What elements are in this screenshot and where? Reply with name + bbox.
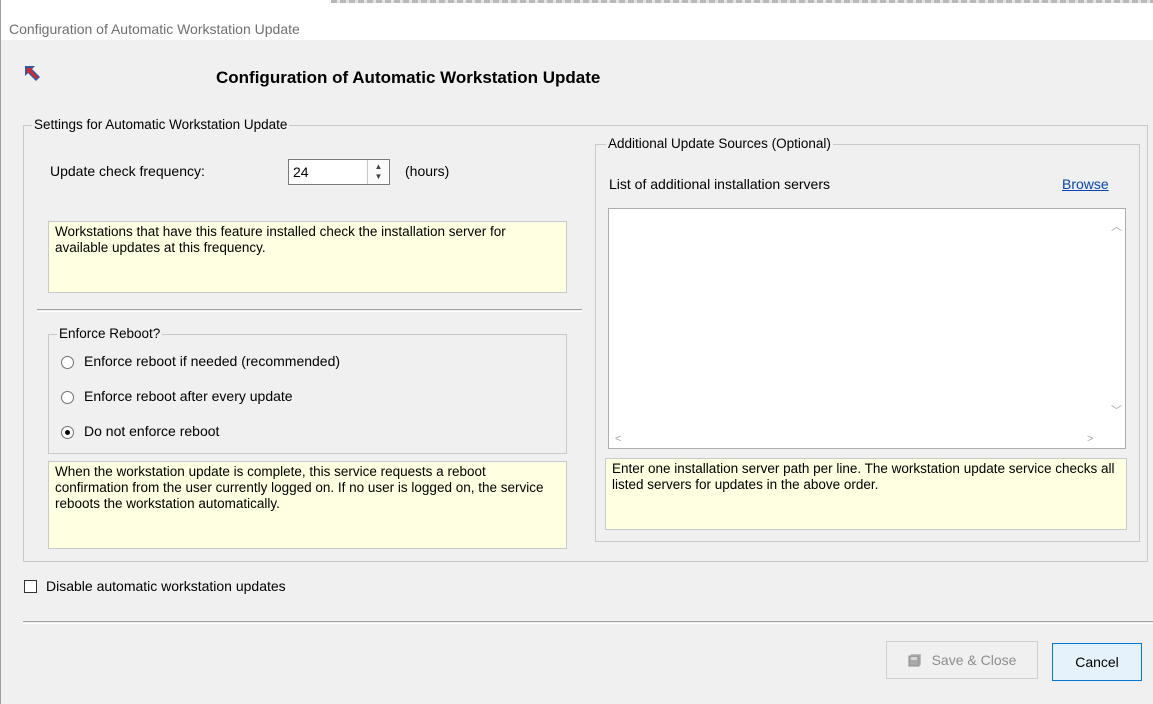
- servers-list-label: List of additional installation servers: [609, 176, 831, 192]
- sources-group-title: Additional Update Sources (Optional): [606, 135, 833, 153]
- scroll-up-icon[interactable]: ︿: [1111, 221, 1122, 233]
- radio-reboot-every-update-circle[interactable]: [61, 391, 74, 404]
- left-separator: [37, 309, 582, 312]
- disable-updates-checkbox[interactable]: [24, 580, 37, 593]
- horizontal-scrollbar[interactable]: < >: [609, 430, 1109, 448]
- radio-no-reboot-circle[interactable]: [61, 426, 74, 439]
- reboot-note: When the workstation update is complete,…: [48, 461, 567, 549]
- frequency-value[interactable]: 24: [293, 164, 309, 180]
- sources-note: Enter one installation server path per l…: [605, 458, 1127, 530]
- frequency-label: Update check frequency:: [50, 163, 205, 179]
- browse-link[interactable]: Browse: [1062, 176, 1109, 192]
- radio-no-reboot-label: Do not enforce reboot: [84, 423, 220, 439]
- save-icon: [908, 654, 921, 667]
- scroll-left-icon[interactable]: <: [615, 433, 621, 445]
- radio-reboot-if-needed-circle[interactable]: [61, 356, 74, 369]
- title-bar[interactable]: Configuration of Automatic Workstation U…: [1, 0, 1153, 40]
- disable-updates-label[interactable]: Disable automatic workstation updates: [46, 578, 286, 594]
- frequency-note: Workstations that have this feature inst…: [48, 221, 567, 293]
- app-arrow-icon: [25, 66, 40, 81]
- radio-reboot-every-update-label: Enforce reboot after every update: [84, 388, 293, 404]
- stepper-arrows[interactable]: ▲ ▼: [367, 160, 389, 184]
- settings-group-title: Settings for Automatic Workstation Updat…: [32, 116, 290, 134]
- scroll-right-icon[interactable]: >: [1087, 433, 1093, 445]
- servers-list-input[interactable]: ︿ ﹀ < >: [608, 208, 1126, 449]
- vertical-scrollbar[interactable]: ︿ ﹀: [1107, 209, 1125, 431]
- stepper-up-icon[interactable]: ▲: [368, 162, 389, 172]
- reboot-group-title: Enforce Reboot?: [57, 325, 163, 343]
- page-title: Configuration of Automatic Workstation U…: [216, 68, 601, 87]
- frequency-stepper[interactable]: 24 ▲ ▼: [288, 159, 390, 185]
- stepper-down-icon[interactable]: ▼: [368, 172, 389, 182]
- cancel-label: Cancel: [1075, 654, 1119, 670]
- bottom-separator: [23, 621, 1153, 624]
- radio-reboot-if-needed-label: Enforce reboot if needed (recommended): [84, 353, 341, 369]
- save-close-label: Save & Close: [931, 652, 1017, 668]
- window-title: Configuration of Automatic Workstation U…: [9, 21, 300, 37]
- cancel-button[interactable]: Cancel: [1052, 643, 1142, 681]
- dialog-window: Configuration of Automatic Workstation U…: [0, 0, 1153, 704]
- save-close-button[interactable]: Save & Close: [886, 641, 1038, 679]
- scroll-down-icon[interactable]: ﹀: [1111, 405, 1122, 417]
- frequency-unit: (hours): [405, 163, 450, 179]
- background-window-edge: [331, 0, 1153, 3]
